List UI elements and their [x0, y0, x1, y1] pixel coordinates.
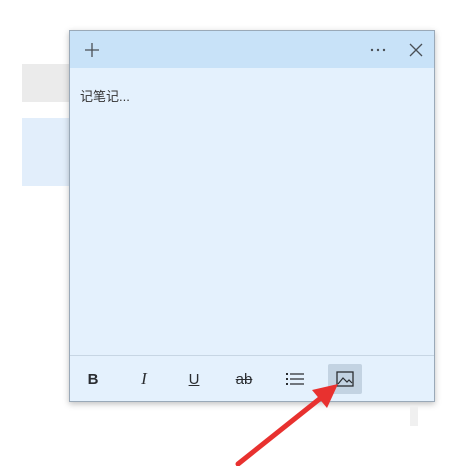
- background-fragment: [410, 406, 418, 426]
- add-note-button[interactable]: [78, 31, 106, 68]
- note-placeholder-text: 记笔记...: [80, 89, 130, 104]
- close-button[interactable]: [402, 31, 430, 68]
- underline-button[interactable]: U: [179, 364, 209, 394]
- more-options-button[interactable]: [364, 31, 392, 68]
- plus-icon: [85, 42, 99, 57]
- bold-button[interactable]: B: [78, 364, 108, 394]
- italic-label: I: [141, 369, 147, 388]
- note-text-area[interactable]: 记笔记...: [80, 86, 424, 105]
- note-header: [70, 31, 434, 68]
- insert-image-button[interactable]: [328, 364, 362, 394]
- format-toolbar: B I U ab: [70, 355, 434, 401]
- image-icon: [336, 371, 354, 387]
- strikethrough-button[interactable]: ab: [229, 364, 259, 394]
- bold-label: B: [87, 370, 99, 388]
- italic-button[interactable]: I: [129, 364, 159, 394]
- ellipsis-icon: [370, 48, 386, 51]
- close-icon: [409, 43, 423, 56]
- underline-label: U: [188, 370, 200, 388]
- bullet-list-icon: [286, 373, 304, 385]
- strikethrough-label: ab: [235, 370, 253, 388]
- bullet-list-button[interactable]: [280, 364, 310, 394]
- sticky-note-window: 记笔记... B I U ab: [69, 30, 435, 402]
